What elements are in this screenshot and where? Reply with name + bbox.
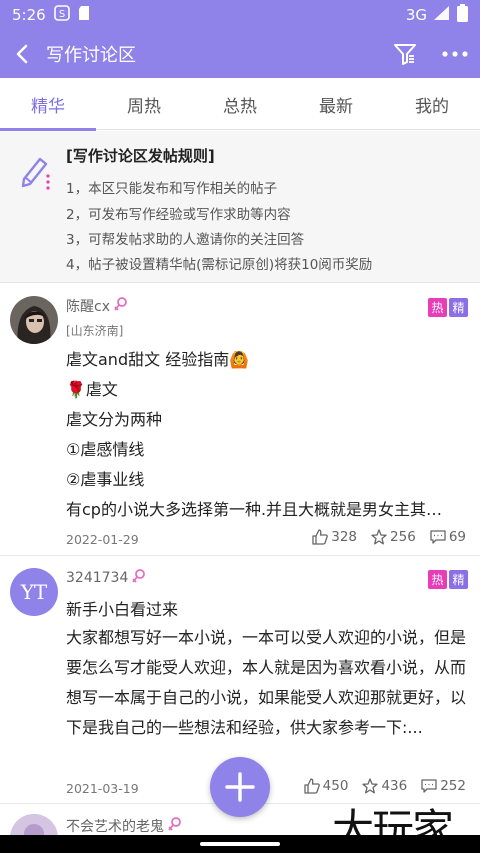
comment-button[interactable]: 252 <box>421 778 466 794</box>
post-stats: 450 436 252 <box>304 778 466 794</box>
sync-app-icon: S <box>53 5 70 25</box>
like-count: 328 <box>331 529 358 545</box>
posting-rules-card[interactable]: [写作讨论区发帖规则] 1，本区只能发布和写作相关的帖子 2，可发布写作经验或写… <box>0 131 480 283</box>
status-bar: 5:26 S 3G <box>0 0 480 30</box>
network-type: 3G <box>405 6 427 24</box>
rule-line: 1，本区只能发布和写作相关的帖子 <box>66 181 278 197</box>
hot-badge: 热 <box>428 570 447 589</box>
author-name: 3241734 <box>66 570 129 586</box>
author-name: 陈醒cx <box>66 299 110 315</box>
thumbs-up-icon <box>312 529 329 545</box>
avatar-initials: YT <box>20 580 48 604</box>
system-nav-bar <box>0 835 480 853</box>
rule-line: 3，可帮发帖求助的人邀请你的关注回答 <box>66 232 305 248</box>
favorite-button[interactable]: 256 <box>371 529 416 545</box>
filter-button[interactable] <box>380 30 430 78</box>
post-date: 2021-03-19 <box>66 781 139 796</box>
post-line: ②虐事业线 <box>66 470 145 489</box>
signal-icon <box>433 5 451 25</box>
post-author[interactable]: 不会艺术的老鬼 <box>66 816 182 835</box>
star-count: 436 <box>381 778 408 794</box>
post-badges: 热 精 <box>428 570 468 589</box>
home-gesture-pill[interactable] <box>200 842 280 846</box>
post-author[interactable]: 陈醒cx <box>66 296 128 316</box>
avatar[interactable]: YT <box>10 568 58 616</box>
post-line: 有cp的小说大多选择第一种.并且大概就是男女主其… <box>66 500 443 519</box>
status-time: 5:26 <box>12 6 46 24</box>
sd-card-icon <box>78 5 90 25</box>
favorite-button[interactable]: 436 <box>362 778 407 794</box>
rules-title: [写作讨论区发帖规则] <box>66 147 215 165</box>
star-icon <box>371 529 387 545</box>
avatar[interactable] <box>10 814 58 835</box>
comment-count: 69 <box>448 529 466 545</box>
comment-icon <box>421 779 437 793</box>
star-icon <box>362 778 379 794</box>
tab-bar: 精华 周热 总热 最新 我的 <box>0 78 480 131</box>
post-line: 虐文分为两种 <box>66 410 163 429</box>
post-card[interactable]: 陈醒cx [山东济南] 热 精 虐文and甜文 经验指南🙆 🌹虐文 虐文分为两种… <box>0 284 480 554</box>
tab-latest[interactable]: 最新 <box>288 78 384 130</box>
filter-icon <box>394 44 416 65</box>
post-date: 2022-01-29 <box>66 532 139 547</box>
comment-button[interactable]: 69 <box>430 529 466 545</box>
more-dots-icon <box>442 51 468 57</box>
female-gender-icon <box>114 296 128 316</box>
avatar[interactable] <box>10 296 58 344</box>
thumbs-up-icon <box>304 778 320 794</box>
tab-all-time-hot[interactable]: 总热 <box>192 78 288 130</box>
rule-line: 4，帖子被设置精华帖(需标记原创)将获10阅币奖励 <box>66 257 373 273</box>
hot-badge: 热 <box>428 298 447 317</box>
pencil-icon <box>16 151 56 191</box>
post-line: 虐文and甜文 经验指南🙆 <box>66 350 250 369</box>
post-badges: 热 精 <box>428 298 468 317</box>
female-gender-icon <box>132 568 146 588</box>
tab-featured[interactable]: 精华 <box>0 78 96 131</box>
chevron-left-icon <box>16 44 28 64</box>
post-line: ①虐感情线 <box>66 440 145 459</box>
battery-icon <box>457 4 468 26</box>
svg-text:S: S <box>59 9 65 20</box>
back-button[interactable] <box>0 30 44 78</box>
author-name: 不会艺术的老鬼 <box>66 819 164 835</box>
rule-line: 2，可发布写作经验或写作求助等内容 <box>66 207 291 223</box>
like-count: 450 <box>322 778 349 794</box>
tab-weekly-hot[interactable]: 周热 <box>96 78 192 130</box>
post-location: [山东济南] <box>66 324 124 338</box>
page-title: 写作讨论区 <box>46 45 136 66</box>
post-excerpt: 大家都想写好一本小说，一本可以受人欢迎的小说，但是要怎么写才能受人欢迎，本人就是… <box>66 628 467 737</box>
post-title: 新手小白看过来 <box>66 600 179 619</box>
featured-badge: 精 <box>449 570 468 589</box>
featured-badge: 精 <box>449 298 468 317</box>
new-post-button[interactable] <box>210 757 270 817</box>
star-count: 256 <box>390 529 416 545</box>
post-author[interactable]: 3241734 <box>66 568 146 588</box>
tab-mine[interactable]: 我的 <box>384 78 480 130</box>
post-stats: 328 256 69 <box>312 529 466 545</box>
like-button[interactable]: 450 <box>304 778 349 794</box>
more-button[interactable] <box>430 30 480 78</box>
post-line: 🌹虐文 <box>66 380 118 399</box>
app-bar: 写作讨论区 <box>0 30 480 78</box>
plus-icon <box>225 772 255 802</box>
female-gender-icon <box>168 816 182 835</box>
like-button[interactable]: 328 <box>312 529 357 545</box>
comment-icon <box>430 530 446 544</box>
comment-count: 252 <box>440 778 466 794</box>
